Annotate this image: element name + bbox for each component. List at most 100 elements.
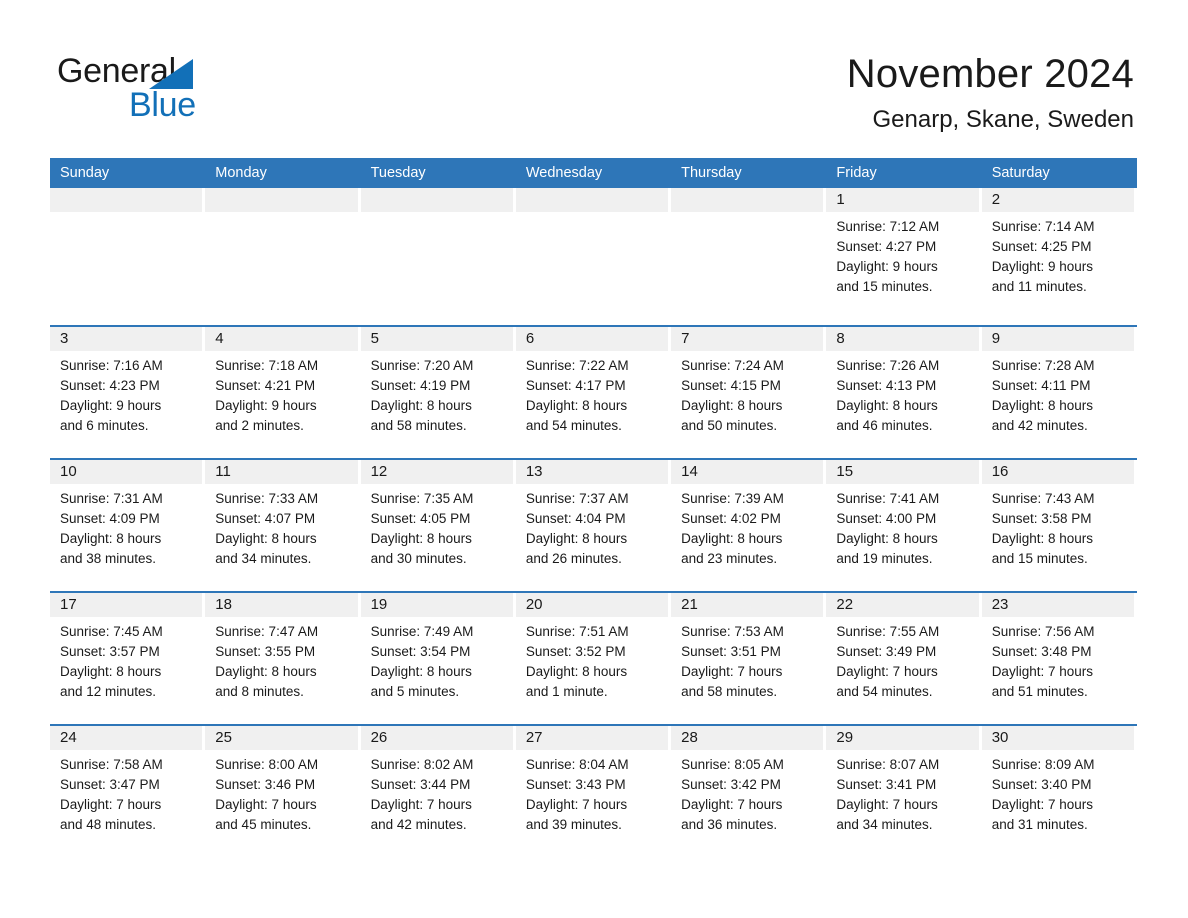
day-details: Sunrise: 7:24 AM Sunset: 4:15 PM Dayligh… [671, 351, 823, 436]
day-details: Sunrise: 7:28 AM Sunset: 4:11 PM Dayligh… [982, 351, 1134, 436]
day-cell[interactable] [671, 188, 826, 325]
daylight-text-line2: and 54 minutes. [525, 418, 622, 433]
daylight-text-line1: Daylight: 9 hours [60, 398, 162, 413]
day-cell[interactable]: 2 Sunrise: 7:14 AM Sunset: 4:25 PM Dayli… [981, 188, 1137, 325]
day-number: 23 [981, 593, 1134, 617]
sunrise-text: Sunrise: 7:33 AM [215, 491, 319, 506]
daylight-text-line1: Daylight: 7 hours [836, 664, 938, 679]
day-cell[interactable]: 8 Sunrise: 7:26 AM Sunset: 4:13 PM Dayli… [826, 327, 981, 458]
daylight-text-line2: and 8 minutes. [215, 684, 304, 699]
day-cell[interactable]: 10 Sunrise: 7:31 AM Sunset: 4:09 PM Dayl… [50, 460, 205, 591]
sunrise-text: Sunrise: 7:12 AM [836, 219, 940, 234]
day-cell[interactable]: 1 Sunrise: 7:12 AM Sunset: 4:27 PM Dayli… [826, 188, 981, 325]
day-cell[interactable]: 28 Sunrise: 8:05 AM Sunset: 3:42 PM Dayl… [671, 726, 826, 857]
day-cell[interactable]: 9 Sunrise: 7:28 AM Sunset: 4:11 PM Dayli… [981, 327, 1137, 458]
daylight-text-line1: Daylight: 8 hours [525, 531, 628, 546]
day-cell[interactable] [205, 188, 360, 325]
day-details: Sunrise: 7:58 AM Sunset: 3:47 PM Dayligh… [50, 750, 202, 835]
day-details: Sunrise: 7:37 AM Sunset: 4:04 PM Dayligh… [516, 484, 668, 569]
weekday-header-monday: Monday [215, 165, 267, 181]
weekday-header-wednesday: Wednesday [525, 165, 603, 181]
sunset-text: Sunset: 3:48 PM [991, 644, 1092, 659]
weekday-header-friday: Friday [836, 165, 877, 181]
day-cell[interactable]: 13 Sunrise: 7:37 AM Sunset: 4:04 PM Dayl… [515, 460, 671, 591]
day-details: Sunrise: 7:14 AM Sunset: 4:25 PM Dayligh… [982, 212, 1134, 297]
daylight-text-line2: and 30 minutes. [370, 551, 467, 566]
day-cell[interactable]: 24 Sunrise: 7:58 AM Sunset: 3:47 PM Dayl… [50, 726, 205, 857]
day-cell[interactable]: 23 Sunrise: 7:56 AM Sunset: 3:48 PM Dayl… [981, 593, 1137, 724]
sunrise-text: Sunrise: 7:56 AM [991, 624, 1095, 639]
day-cell[interactable]: 4 Sunrise: 7:18 AM Sunset: 4:21 PM Dayli… [205, 327, 360, 458]
sunrise-text: Sunrise: 8:00 AM [215, 757, 319, 772]
day-cell[interactable]: 3 Sunrise: 7:16 AM Sunset: 4:23 PM Dayli… [50, 327, 205, 458]
day-details [671, 212, 823, 217]
daylight-text-line1: Daylight: 8 hours [370, 531, 472, 546]
day-cell[interactable] [360, 188, 516, 325]
day-cell[interactable]: 26 Sunrise: 8:02 AM Sunset: 3:44 PM Dayl… [360, 726, 516, 857]
day-cell[interactable] [515, 188, 671, 325]
day-cell[interactable]: 19 Sunrise: 7:49 AM Sunset: 3:54 PM Dayl… [360, 593, 516, 724]
daylight-text-line2: and 45 minutes. [215, 817, 312, 832]
day-cell[interactable]: 20 Sunrise: 7:51 AM Sunset: 3:52 PM Dayl… [515, 593, 671, 724]
day-cell[interactable] [50, 188, 205, 325]
day-cell[interactable]: 7 Sunrise: 7:24 AM Sunset: 4:15 PM Dayli… [671, 327, 826, 458]
weekday-header-row: Sunday Monday Tuesday Wednesday Thursday… [50, 158, 1137, 188]
day-details: Sunrise: 7:39 AM Sunset: 4:02 PM Dayligh… [671, 484, 823, 569]
sunrise-text: Sunrise: 7:16 AM [60, 358, 163, 373]
daylight-text-line2: and 34 minutes. [215, 551, 312, 566]
day-cell[interactable]: 11 Sunrise: 7:33 AM Sunset: 4:07 PM Dayl… [205, 460, 360, 591]
sunset-text: Sunset: 3:42 PM [681, 777, 781, 792]
sunrise-text: Sunrise: 7:37 AM [525, 491, 629, 506]
day-details: Sunrise: 7:53 AM Sunset: 3:51 PM Dayligh… [671, 617, 823, 702]
day-cell[interactable]: 6 Sunrise: 7:22 AM Sunset: 4:17 PM Dayli… [515, 327, 671, 458]
daylight-text-line2: and 11 minutes. [991, 279, 1087, 294]
logo-text-blue: Blue [129, 86, 196, 124]
day-cell[interactable]: 16 Sunrise: 7:43 AM Sunset: 3:58 PM Dayl… [981, 460, 1137, 591]
sunset-text: Sunset: 4:11 PM [991, 378, 1091, 393]
daylight-text-line1: Daylight: 9 hours [836, 259, 938, 274]
daylight-text-line1: Daylight: 9 hours [991, 259, 1093, 274]
weekday-header-tuesday: Tuesday [370, 165, 426, 181]
day-details: Sunrise: 7:55 AM Sunset: 3:49 PM Dayligh… [826, 617, 978, 702]
day-details [205, 212, 357, 217]
daylight-text-line1: Daylight: 8 hours [991, 398, 1093, 413]
sunrise-text: Sunrise: 7:47 AM [215, 624, 319, 639]
day-details: Sunrise: 7:12 AM Sunset: 4:27 PM Dayligh… [826, 212, 978, 297]
sunrise-text: Sunrise: 7:58 AM [60, 757, 163, 772]
day-details: Sunrise: 8:04 AM Sunset: 3:43 PM Dayligh… [516, 750, 668, 835]
sunrise-text: Sunrise: 7:14 AM [991, 219, 1095, 234]
day-details: Sunrise: 7:43 AM Sunset: 3:58 PM Dayligh… [982, 484, 1134, 569]
day-number: 16 [981, 460, 1134, 484]
day-details: Sunrise: 8:00 AM Sunset: 3:46 PM Dayligh… [205, 750, 357, 835]
sunset-text: Sunset: 3:41 PM [836, 777, 937, 792]
week-row: 3 Sunrise: 7:16 AM Sunset: 4:23 PM Dayli… [50, 325, 1137, 458]
daylight-text-line2: and 54 minutes. [836, 684, 933, 699]
sunset-text: Sunset: 4:27 PM [836, 239, 937, 254]
day-cell[interactable]: 14 Sunrise: 7:39 AM Sunset: 4:02 PM Dayl… [671, 460, 826, 591]
week-row: 17 Sunrise: 7:45 AM Sunset: 3:57 PM Dayl… [50, 591, 1137, 724]
day-details: Sunrise: 7:41 AM Sunset: 4:00 PM Dayligh… [826, 484, 978, 569]
day-cell[interactable]: 30 Sunrise: 8:09 AM Sunset: 3:40 PM Dayl… [981, 726, 1137, 857]
daylight-text-line2: and 34 minutes. [836, 817, 933, 832]
day-details: Sunrise: 7:47 AM Sunset: 3:55 PM Dayligh… [205, 617, 357, 702]
daylight-text-line1: Daylight: 7 hours [681, 797, 783, 812]
day-cell[interactable]: 5 Sunrise: 7:20 AM Sunset: 4:19 PM Dayli… [360, 327, 516, 458]
day-cell[interactable]: 12 Sunrise: 7:35 AM Sunset: 4:05 PM Dayl… [360, 460, 516, 591]
day-cell[interactable]: 29 Sunrise: 8:07 AM Sunset: 3:41 PM Dayl… [826, 726, 981, 857]
daylight-text-line1: Daylight: 7 hours [991, 797, 1093, 812]
day-cell[interactable]: 27 Sunrise: 8:04 AM Sunset: 3:43 PM Dayl… [515, 726, 671, 857]
day-cell[interactable]: 22 Sunrise: 7:55 AM Sunset: 3:49 PM Dayl… [826, 593, 981, 724]
sunrise-text: Sunrise: 7:45 AM [60, 624, 163, 639]
sunset-text: Sunset: 3:55 PM [215, 644, 316, 659]
daylight-text-line2: and 31 minutes. [991, 817, 1088, 832]
day-cell[interactable]: 25 Sunrise: 8:00 AM Sunset: 3:46 PM Dayl… [205, 726, 360, 857]
daylight-text-line1: Daylight: 8 hours [525, 664, 628, 679]
sunrise-text: Sunrise: 7:53 AM [681, 624, 784, 639]
day-cell[interactable]: 18 Sunrise: 7:47 AM Sunset: 3:55 PM Dayl… [205, 593, 360, 724]
day-cell[interactable]: 17 Sunrise: 7:45 AM Sunset: 3:57 PM Dayl… [50, 593, 205, 724]
daylight-text-line2: and 36 minutes. [681, 817, 778, 832]
calendar-table: Sunday Monday Tuesday Wednesday Thursday… [50, 158, 1137, 857]
day-cell[interactable]: 21 Sunrise: 7:53 AM Sunset: 3:51 PM Dayl… [671, 593, 826, 724]
day-cell[interactable]: 15 Sunrise: 7:41 AM Sunset: 4:00 PM Dayl… [826, 460, 981, 591]
day-number: 26 [360, 726, 513, 750]
